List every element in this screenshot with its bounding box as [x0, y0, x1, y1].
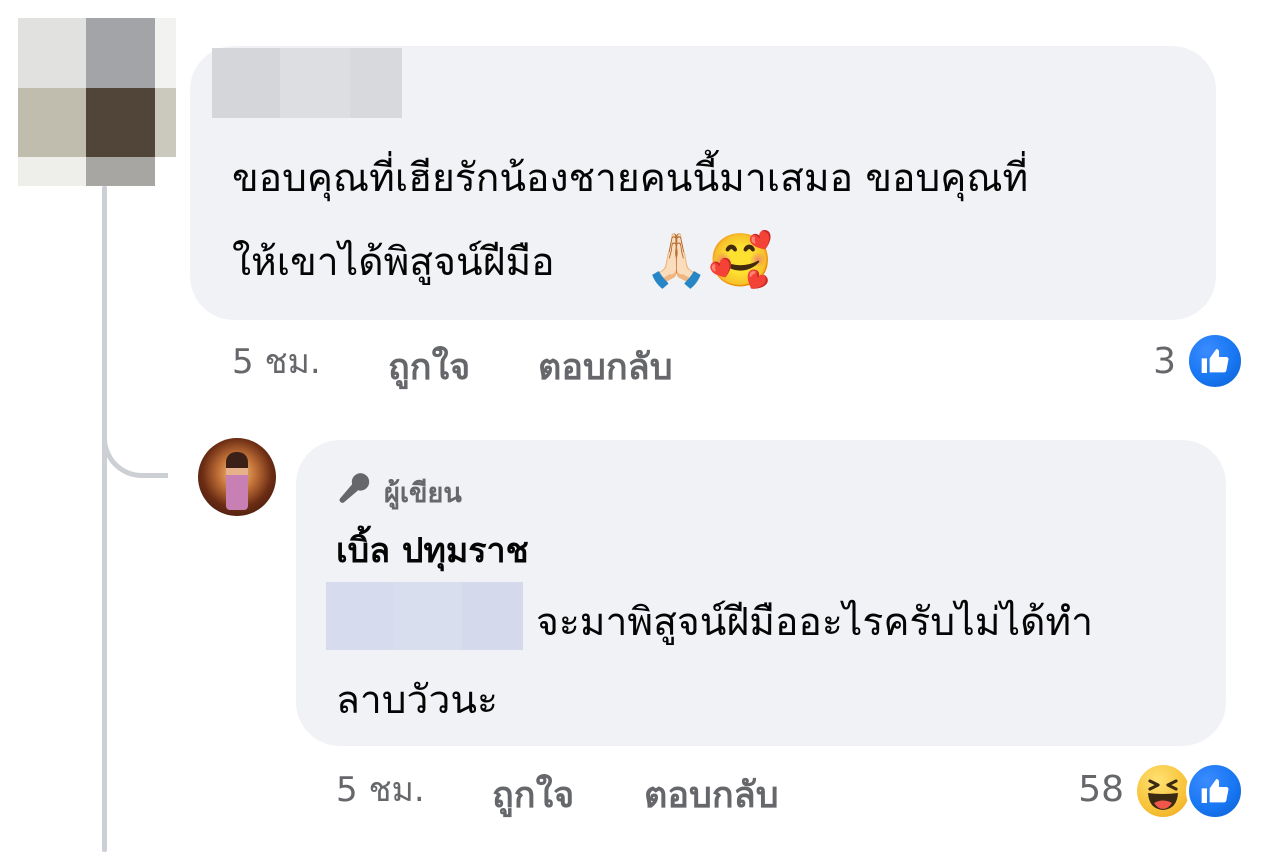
- reply-timestamp[interactable]: 5 ชม.: [336, 768, 425, 812]
- comment-text-line-2: ให้เขาได้พิสูจน์ฝีมือ: [232, 240, 555, 285]
- reply-button[interactable]: ตอบกลับ: [538, 346, 673, 390]
- smiling-face-with-hearts-emoji: 🥰: [708, 231, 773, 291]
- thread-connector-line: [102, 186, 107, 852]
- reply-text-line-1: จะมาพิสูจน์ฝีมืออะไรครับไม่ได้ทำ: [536, 600, 1094, 645]
- author-badge: ผู้เขียน: [336, 470, 462, 515]
- reaction-count[interactable]: 3: [1140, 340, 1176, 384]
- folded-hands-emoji: 🙏🏻: [644, 231, 709, 291]
- like-button[interactable]: ถูกใจ: [388, 346, 470, 390]
- thumbs-up-icon[interactable]: [1186, 332, 1244, 390]
- author-avatar[interactable]: [198, 438, 276, 516]
- comment-text-line-1: ขอบคุณที่เฮียรักน้องชายคนนี้มาเสมอ ขอบคุ…: [232, 156, 1029, 201]
- microphone-icon: [336, 470, 374, 515]
- reply-text-line-2: ลาบวัวนะ: [336, 678, 498, 723]
- comment-timestamp[interactable]: 5 ชม.: [232, 340, 321, 384]
- reply-reaction-count[interactable]: 58: [1064, 768, 1124, 812]
- tagged-name-blurred[interactable]: [326, 582, 523, 650]
- reply-like-button[interactable]: ถูกใจ: [492, 774, 574, 818]
- commenter-name-blurred[interactable]: [212, 48, 402, 118]
- laughing-face-icon[interactable]: [1134, 762, 1192, 820]
- author-badge-label: ผู้เขียน: [384, 478, 462, 509]
- reply-author-name[interactable]: เบิ้ล ปทุมราช: [336, 526, 529, 576]
- reply-reply-button[interactable]: ตอบกลับ: [644, 774, 779, 818]
- thread-reply-connector: [102, 400, 168, 478]
- commenter-avatar-pixelated[interactable]: [18, 18, 176, 186]
- thumbs-up-icon[interactable]: [1186, 762, 1244, 820]
